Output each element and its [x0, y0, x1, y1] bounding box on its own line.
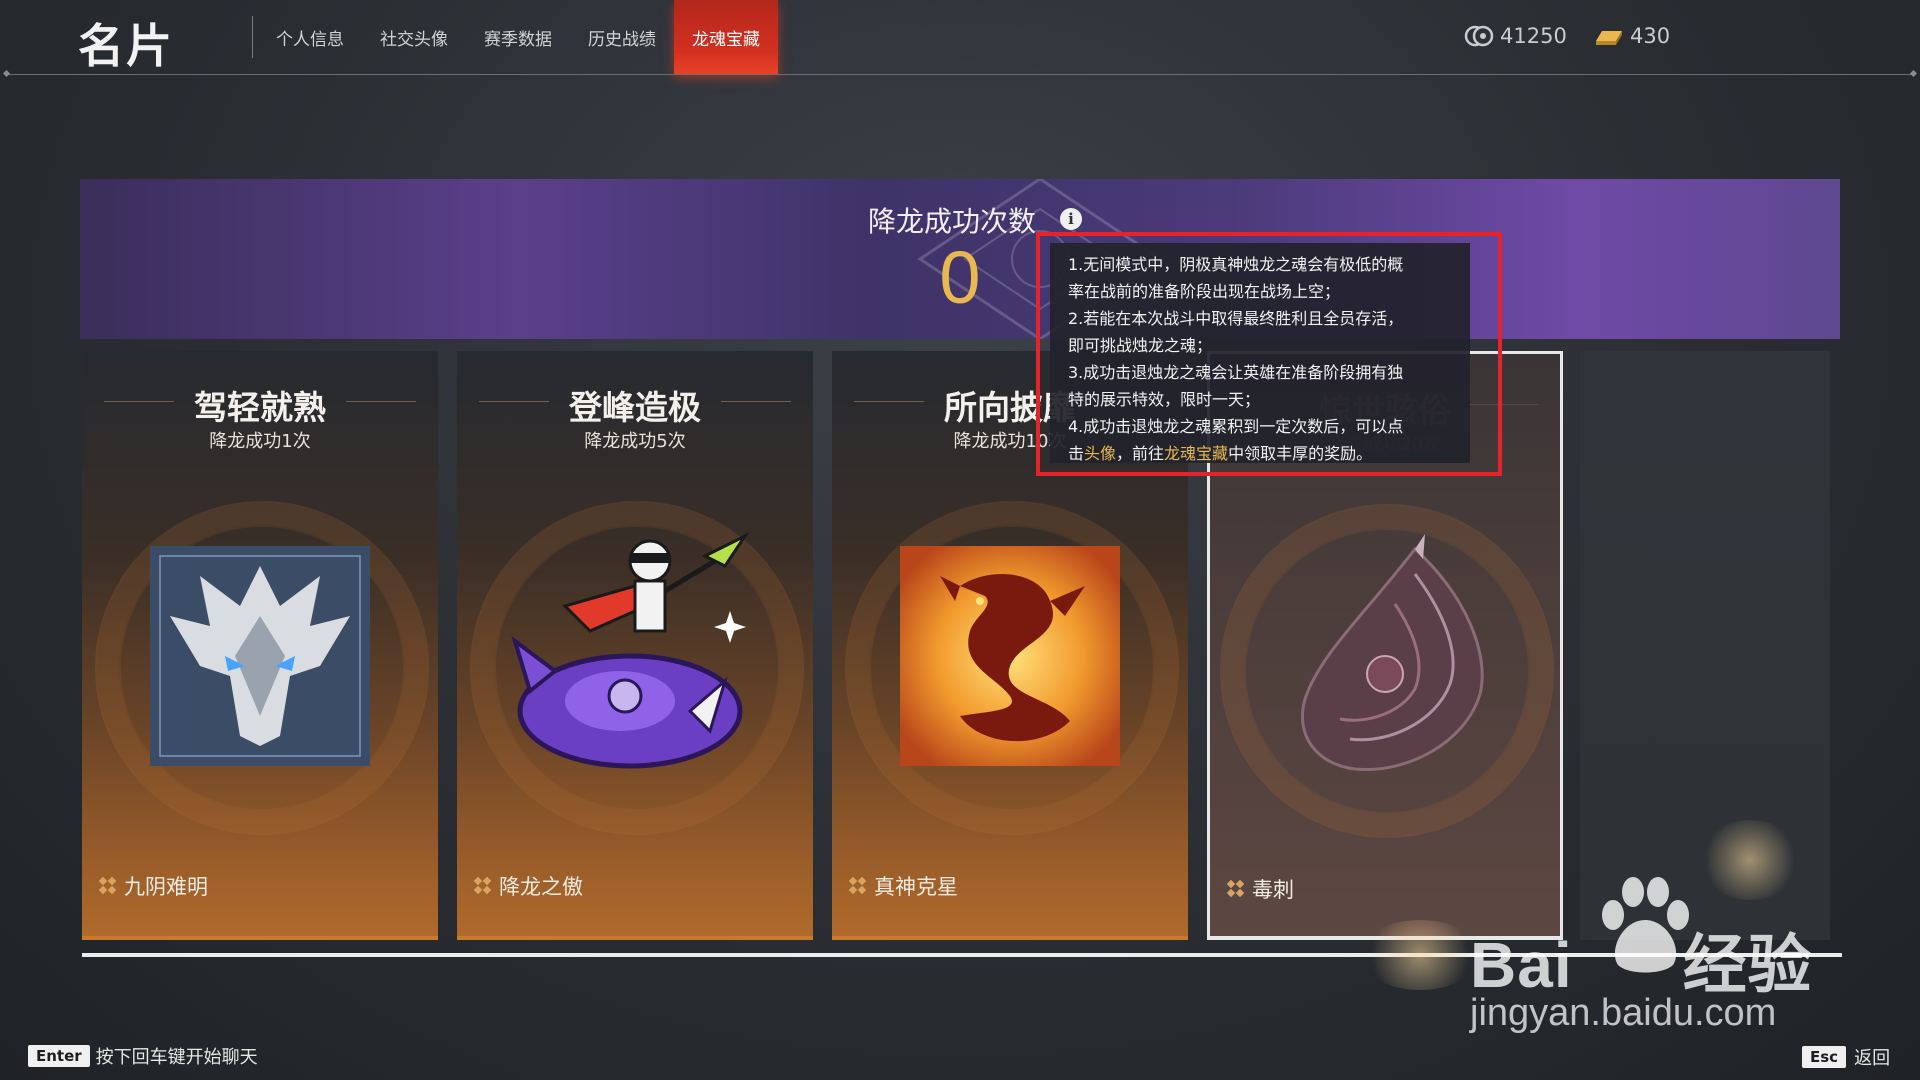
currency-coins: 41250	[1464, 24, 1567, 48]
esc-key-badge: Esc	[1802, 1046, 1847, 1068]
baidu-watermark: Bai 经验 jingyan.baidu.com	[1470, 870, 1830, 1040]
currency-gold: 430	[1594, 24, 1670, 48]
light-glow	[1360, 920, 1480, 990]
reward-name: 九阴难明	[98, 871, 208, 901]
fire-dragon-icon	[900, 546, 1120, 766]
card-title: 登峰造极	[569, 388, 701, 427]
tab-personal-info[interactable]: 个人信息	[258, 0, 362, 74]
tab-dragon-soul-treasure[interactable]: 龙魂宝藏	[674, 0, 778, 74]
dragon-scale-gauntlet-icon	[1300, 534, 1484, 772]
tab-bar: 个人信息 社交头像 赛季数据 历史战绩 龙魂宝藏	[258, 0, 778, 74]
back-text: 返回	[1854, 1048, 1891, 1069]
reward-name: 毒刺	[1226, 874, 1294, 904]
dragon-success-count-label: 降龙成功次数	[868, 205, 1037, 238]
silver-dragon-mask-icon	[150, 546, 370, 766]
chat-hint-text: 按下回车键开始聊天	[95, 1047, 258, 1068]
coins-value: 41250	[1500, 24, 1567, 48]
watermark-brand-cn: 经验	[1682, 929, 1813, 1001]
reward-name: 降龙之傲	[473, 871, 583, 901]
info-icon[interactable]: i	[1060, 208, 1082, 230]
reward-marker-icon	[1226, 879, 1245, 898]
reward-marker-icon	[848, 876, 867, 895]
reward-marker-icon	[98, 876, 117, 895]
gold-value: 430	[1630, 24, 1671, 48]
dragon-success-count: 0	[939, 236, 981, 319]
reward-name-text: 降龙之傲	[499, 875, 583, 899]
reward-name: 真神克星	[848, 871, 958, 901]
tab-social-avatar[interactable]: 社交头像	[362, 0, 466, 74]
cartoon-hero-on-dragon-icon	[511, 532, 750, 769]
tab-season-data[interactable]: 赛季数据	[466, 0, 570, 74]
reward-name-text: 九阴难明	[124, 875, 208, 899]
top-header: 名片 个人信息 社交头像 赛季数据 历史战绩 龙魂宝藏 41250 430	[0, 0, 1920, 75]
chat-hint[interactable]: Enter 按下回车键开始聊天	[28, 1043, 258, 1069]
title-divider	[252, 16, 253, 58]
reward-name-text: 毒刺	[1252, 878, 1294, 902]
tab-match-history[interactable]: 历史战绩	[570, 0, 674, 74]
page-title: 名片	[78, 19, 174, 73]
card-requirement: 降龙成功1次	[209, 431, 311, 452]
watermark-url: jingyan.baidu.com	[1470, 992, 1777, 1034]
reward-card-2[interactable]: 登峰造极 降龙成功5次 降龙之傲	[457, 351, 813, 940]
reward-marker-icon	[473, 876, 492, 895]
card-requirement: 降龙成功5次	[584, 431, 686, 452]
back-button[interactable]: Esc 返回	[1802, 1044, 1890, 1070]
gold-ingot-icon	[1596, 31, 1622, 45]
enter-key-badge: Enter	[28, 1045, 90, 1067]
coins-icon	[1464, 25, 1494, 47]
card-title: 驾轻就熟	[194, 388, 326, 427]
reward-card-1[interactable]: 驾轻就熟 降龙成功1次 九阴难明	[82, 351, 438, 940]
highlight-annotation-box	[1036, 232, 1502, 476]
reward-name-text: 真神克星	[874, 875, 958, 899]
header-divider	[6, 74, 1914, 75]
watermark-brand-text: Bai	[1470, 929, 1573, 1001]
